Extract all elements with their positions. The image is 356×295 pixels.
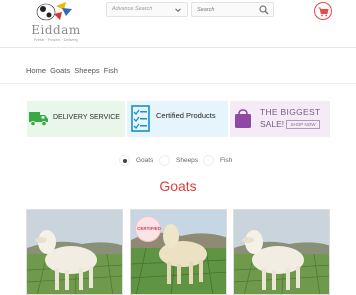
search-icon[interactable] (259, 5, 269, 15)
shop-now-button[interactable]: SHOP NOW (286, 120, 320, 129)
product-card[interactable]: CERTIFIED (130, 209, 227, 295)
breadcrumb: Home Goats Sheeps Fish (26, 66, 120, 75)
cart-button[interactable] (314, 2, 332, 20)
delivery-truck-icon (29, 112, 48, 127)
shopping-cart-icon (318, 7, 329, 17)
breadcrumb-home[interactable]: Home (26, 66, 46, 75)
advanced-search-dropdown[interactable]: Advance Search (106, 2, 188, 17)
delivery-service-text: DELIVERY SERVICE (53, 114, 120, 121)
breadcrumb-goats[interactable]: Goats (50, 66, 70, 75)
radio-empty-icon[interactable] (159, 155, 170, 166)
advanced-search-label: Advance Search (112, 6, 153, 12)
certified-products-banner[interactable]: Certified Products (127, 101, 228, 137)
delivery-service-banner[interactable]: DELIVERY SERVICE (27, 101, 125, 137)
logo-animals-icon (36, 2, 72, 21)
sale-headline: THE BIGGEST (260, 107, 321, 117)
divider (0, 83, 356, 84)
product-card[interactable] (26, 209, 123, 295)
breadcrumb-fish[interactable]: Fish (104, 66, 118, 75)
filter-fish-label: Fish (220, 157, 233, 164)
logo-tagline: Fresh · Frozen · Delivery (33, 37, 79, 42)
search-input[interactable] (192, 3, 257, 16)
biggest-sale-banner[interactable]: THE BIGGEST SALE! SHOP NOW (230, 101, 330, 137)
chevron-down-icon (175, 8, 181, 13)
site-header: Eiddam Fresh · Frozen · Delivery Advance… (0, 0, 356, 48)
logo-wordmark: Eiddam (31, 23, 81, 37)
goat-photo (234, 210, 329, 294)
breadcrumb-sheeps[interactable]: Sheeps (74, 66, 99, 75)
radio-selected-icon[interactable] (119, 155, 130, 166)
goat-photo (27, 210, 122, 294)
certified-products-text: Certified Products (156, 111, 216, 120)
filter-sheeps-label: Sheeps (176, 157, 199, 164)
category-filter: Goats Sheeps Fish (0, 155, 356, 169)
shopping-bag-icon (235, 109, 251, 128)
certified-badge-text: CERTIFIED (137, 226, 161, 231)
site-logo[interactable]: Eiddam Fresh · Frozen · Delivery (26, 0, 86, 44)
radio-empty-icon[interactable] (203, 155, 214, 166)
filter-goats-label: Goats (136, 157, 154, 164)
search-box (191, 2, 274, 17)
checklist-icon (131, 105, 150, 132)
sale-subheadline: SALE! (260, 119, 285, 129)
product-card[interactable] (233, 209, 330, 295)
section-title: Goats (159, 178, 197, 194)
certified-badge: CERTIFIED (135, 216, 161, 242)
